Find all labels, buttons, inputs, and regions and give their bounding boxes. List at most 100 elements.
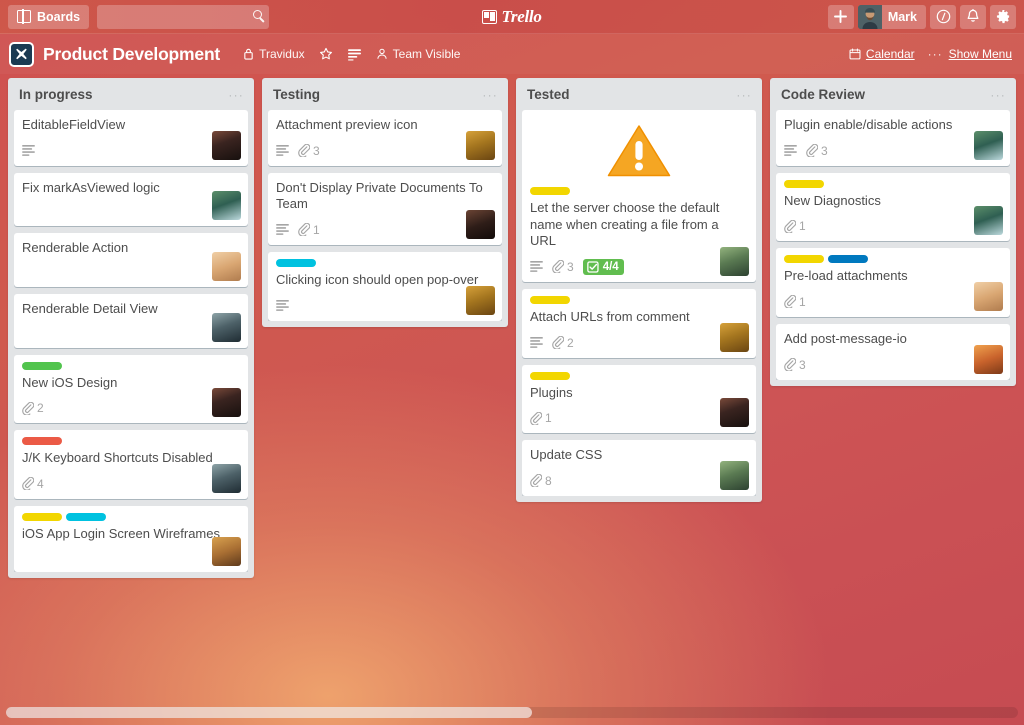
card-label[interactable] <box>530 371 570 380</box>
card-title: New Diagnostics <box>784 192 881 208</box>
board-logo-icon[interactable] <box>9 41 34 67</box>
card-label[interactable] <box>66 512 106 521</box>
card-member-avatar[interactable] <box>974 206 1003 236</box>
card-label[interactable] <box>22 512 62 521</box>
card[interactable]: New iOS Design 2 <box>14 354 248 424</box>
board-subscribe-button[interactable] <box>340 44 369 65</box>
list-title[interactable]: Testing <box>273 87 482 102</box>
description-icon <box>276 300 289 311</box>
card-member-avatar[interactable] <box>212 463 241 493</box>
board-visibility-button[interactable]: Team Visible <box>369 43 468 65</box>
board-more-button[interactable]: ··· <box>928 47 943 61</box>
card-attachment-badge: 3 <box>298 144 320 158</box>
card[interactable]: Update CSS 8 <box>522 440 756 496</box>
attachment-icon <box>784 358 796 371</box>
card[interactable]: New Diagnostics 1 <box>776 172 1010 242</box>
show-menu-button[interactable]: Show Menu <box>949 47 1012 61</box>
list-menu-button[interactable]: ··· <box>990 89 1006 101</box>
card[interactable]: Add post-message-io 3 <box>776 323 1010 380</box>
card-badges: 3 <box>784 354 1002 376</box>
list-menu-button[interactable]: ··· <box>482 89 498 101</box>
card-title: Renderable Action <box>22 240 129 256</box>
board-title[interactable]: Product Development <box>43 44 220 65</box>
boards-button[interactable]: Boards <box>8 4 90 29</box>
card-attachment-count: 3 <box>567 259 574 274</box>
card-member-avatar[interactable] <box>974 130 1003 160</box>
card-member-avatar[interactable] <box>466 285 495 315</box>
card[interactable]: Let the server choose the default name w… <box>522 110 756 282</box>
list-title[interactable]: Tested <box>527 87 736 102</box>
card-attachment-badge: 4 <box>22 477 44 491</box>
board-organization-link[interactable]: Travidux <box>236 43 312 65</box>
card-badges <box>22 140 240 162</box>
card[interactable]: Plugin enable/disable actions 3 <box>776 110 1010 166</box>
card[interactable]: Fix markAsViewed logic <box>14 172 248 227</box>
board-calendar-label: Calendar <box>865 47 915 61</box>
card-member-avatar[interactable] <box>720 246 749 276</box>
card-member-avatar[interactable] <box>212 312 241 342</box>
list-menu-button[interactable]: ··· <box>228 89 244 101</box>
card-title: Attach URLs from comment <box>530 308 690 324</box>
card-member-avatar[interactable] <box>212 191 241 221</box>
card[interactable]: Don't Display Private Documents To Team 1 <box>268 172 502 245</box>
notifications-button[interactable] <box>960 4 986 29</box>
user-menu-button[interactable]: Mark <box>857 4 926 29</box>
card-member-avatar[interactable] <box>974 344 1003 374</box>
board-star-button[interactable] <box>312 43 340 65</box>
information-button[interactable] <box>930 4 956 29</box>
card-member-avatar[interactable] <box>212 388 241 418</box>
star-icon <box>319 47 332 60</box>
trello-home-link[interactable]: Trello <box>482 7 542 27</box>
list-title[interactable]: In progress <box>19 87 228 102</box>
card-label[interactable] <box>22 361 62 370</box>
card-member-avatar[interactable] <box>212 130 241 160</box>
boards-icon <box>17 9 31 24</box>
board-logo-glyph <box>16 48 27 59</box>
card-member-avatar[interactable] <box>466 130 495 160</box>
card-member-avatar[interactable] <box>720 398 749 428</box>
card-label[interactable] <box>828 255 868 264</box>
card[interactable]: Clicking icon should open pop-over <box>268 251 502 321</box>
list-header: Testing ··· <box>262 78 508 110</box>
card-labels <box>22 512 240 521</box>
card-member-avatar[interactable] <box>212 537 241 567</box>
settings-button[interactable] <box>990 4 1016 29</box>
card[interactable]: Plugins 1 <box>522 364 756 434</box>
list-header: Code Review ··· <box>770 78 1016 110</box>
card[interactable]: Attach URLs from comment 2 <box>522 288 756 358</box>
list-title[interactable]: Code Review <box>781 87 990 102</box>
list-menu-button[interactable]: ··· <box>736 89 752 101</box>
horizontal-scrollbar[interactable] <box>6 707 1018 718</box>
card-label[interactable] <box>530 187 570 195</box>
board-calendar-button[interactable]: Calendar <box>842 43 922 65</box>
card-label[interactable] <box>784 255 824 264</box>
card-member-avatar[interactable] <box>974 281 1003 311</box>
info-icon <box>936 9 950 24</box>
card-attachment-badge: 1 <box>784 295 806 309</box>
card-badges: 2 <box>22 397 240 419</box>
card-label[interactable] <box>276 258 316 267</box>
card[interactable]: Pre-load attachments 1 <box>776 248 1010 317</box>
card-label[interactable] <box>784 179 824 188</box>
card[interactable]: J/K Keyboard Shortcuts Disabled 4 <box>14 430 248 499</box>
card-label[interactable] <box>530 295 570 304</box>
card-member-avatar[interactable] <box>466 209 495 239</box>
add-button[interactable] <box>827 4 854 29</box>
card-member-avatar[interactable] <box>720 322 749 352</box>
card-label[interactable] <box>22 437 62 446</box>
team-icon <box>377 48 387 59</box>
card-attachment-count: 8 <box>545 473 552 488</box>
horizontal-scrollbar-thumb[interactable] <box>6 707 533 718</box>
card[interactable]: Attachment preview icon 3 <box>268 110 502 166</box>
search-box[interactable] <box>97 4 285 29</box>
card-member-avatar[interactable] <box>720 460 749 490</box>
card-list: EditableFieldView Fix markAsViewed logic R… <box>8 110 254 573</box>
card[interactable]: Renderable Detail View <box>14 293 248 348</box>
card[interactable]: iOS App Login Screen Wireframes <box>14 505 248 573</box>
card[interactable]: EditableFieldView <box>14 110 248 166</box>
card-title: iOS App Login Screen Wireframes <box>22 525 220 541</box>
card-member-avatar[interactable] <box>212 251 241 281</box>
card[interactable]: Renderable Action <box>14 233 248 287</box>
card-attachment-badge: 3 <box>806 144 828 158</box>
card-attachment-count: 2 <box>567 335 574 350</box>
